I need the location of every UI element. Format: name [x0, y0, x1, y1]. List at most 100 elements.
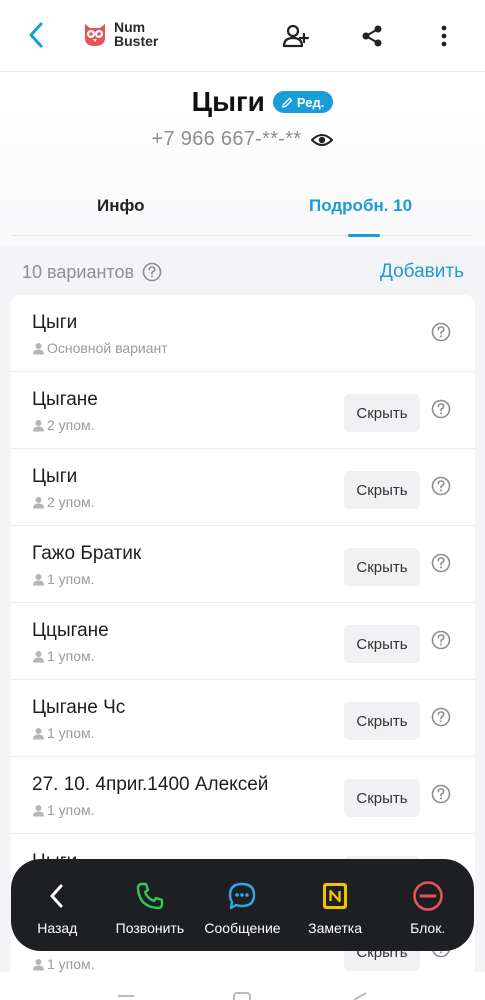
- variant-row: Ццыгане 1 упом. Скрыть: [11, 603, 475, 680]
- variant-mentions: 1 упом.: [32, 648, 95, 664]
- action-label: Назад: [37, 920, 78, 936]
- profile-header: Цыги Ред. +7 966 667-**-** Инфо Подробн.…: [0, 72, 485, 247]
- variant-row: Гажо Братик 1 упом. Скрыть: [11, 526, 475, 603]
- eye-icon[interactable]: [311, 132, 334, 148]
- variant-mentions: 2 упом.: [32, 494, 95, 510]
- add-user-icon: [282, 24, 310, 48]
- person-icon: [33, 727, 44, 739]
- help-icon: [431, 707, 451, 727]
- share-icon: [362, 25, 382, 47]
- help-icon: [431, 784, 451, 804]
- hide-variant-button[interactable]: Скрыть: [344, 625, 420, 663]
- variant-title: Цыги: [32, 466, 78, 487]
- more-button[interactable]: [428, 20, 460, 52]
- add-contact-button[interactable]: [280, 20, 312, 52]
- variant-row: Цыги Основной вариант: [11, 295, 475, 372]
- hide-variant-button[interactable]: Скрыть: [344, 394, 420, 432]
- person-icon: [33, 650, 44, 662]
- hide-variant-button[interactable]: Скрыть: [344, 548, 420, 586]
- app-logo-text: Num Buster: [114, 19, 159, 49]
- variant-mentions-text: 2 упом.: [47, 494, 95, 510]
- back-action-button[interactable]: Назад: [11, 859, 104, 951]
- action-label: Сообщение: [204, 920, 281, 936]
- phone-number: +7 966 667-**-**: [151, 128, 302, 150]
- call-button[interactable]: Позвонить: [104, 859, 197, 951]
- variant-row: 27. 10. 4приг.1400 Алексей 1 упом. Скрыть: [11, 757, 475, 834]
- variant-title: Гажо Братик: [32, 543, 142, 564]
- variant-mentions: 2 упом.: [32, 417, 95, 433]
- tab-info[interactable]: Инфо: [97, 196, 145, 216]
- variant-mentions-text: 1 упом.: [47, 648, 95, 664]
- help-icon: [431, 630, 451, 650]
- chevron-left-icon: [50, 884, 63, 908]
- variant-help-button[interactable]: [431, 322, 451, 347]
- tabs: Инфо Подробн. 10: [12, 180, 473, 237]
- hide-variant-button[interactable]: Скрыть: [344, 471, 420, 509]
- variant-mentions: Основной вариант: [32, 340, 168, 356]
- variant-mentions-text: 1 упом.: [47, 571, 95, 587]
- variant-help-button[interactable]: [431, 707, 451, 732]
- person-icon: [33, 419, 44, 431]
- tab-details[interactable]: Подробн. 10: [309, 196, 412, 216]
- home-icon[interactable]: [233, 992, 251, 1000]
- more-vertical-icon: [441, 25, 447, 47]
- app-bar: Num Buster: [0, 0, 485, 72]
- chevron-left-icon: [29, 22, 43, 48]
- person-icon: [33, 958, 44, 970]
- hide-variant-button[interactable]: Скрыть: [344, 702, 420, 740]
- person-icon: [33, 496, 44, 508]
- variant-title: Цыги: [32, 312, 78, 333]
- variant-mentions: 1 упом.: [32, 956, 95, 972]
- variant-help-button[interactable]: [431, 399, 451, 424]
- variant-title: 27. 10. 4приг.1400 Алексей: [32, 774, 269, 795]
- help-icon: [431, 399, 451, 419]
- block-button[interactable]: Блок.: [381, 859, 474, 951]
- action-label: Блок.: [410, 920, 446, 936]
- add-variant-link[interactable]: Добавить: [380, 261, 464, 283]
- edit-button[interactable]: Ред.: [272, 91, 334, 113]
- phone-icon: [136, 882, 164, 910]
- app-logo: Num Buster: [82, 20, 158, 48]
- variant-mentions-text: Основной вариант: [47, 340, 168, 356]
- variant-title: Цыгане Чс: [32, 697, 126, 718]
- help-icon[interactable]: [142, 262, 162, 282]
- variant-help-button[interactable]: [431, 476, 451, 501]
- system-back-icon[interactable]: [352, 992, 368, 1000]
- message-icon: [229, 882, 256, 910]
- variant-help-button[interactable]: [431, 784, 451, 809]
- contact-name: Цыги: [191, 86, 265, 117]
- help-icon: [431, 553, 451, 573]
- variant-help-button[interactable]: [431, 553, 451, 578]
- note-icon: [323, 883, 348, 909]
- system-nav-bar: [0, 972, 485, 1000]
- recent-apps-icon[interactable]: [116, 992, 136, 1000]
- block-icon: [412, 881, 443, 911]
- help-icon: [431, 322, 451, 342]
- variants-count: 10 вариантов: [22, 261, 135, 282]
- back-button[interactable]: [22, 20, 50, 50]
- message-button[interactable]: Сообщение: [196, 859, 289, 951]
- phone-row: +7 966 667-**-**: [0, 128, 485, 151]
- active-tab-indicator: [348, 234, 380, 237]
- action-bar: Назад Позвонить Сообщение Заметка Блок.: [11, 859, 474, 951]
- owl-logo-icon: [85, 24, 105, 46]
- variant-mentions-text: 1 упом.: [47, 802, 95, 818]
- name-row: Цыги Ред.: [0, 86, 485, 118]
- action-label: Позвонить: [115, 920, 185, 936]
- variant-row: Цыгане 2 упом. Скрыть: [11, 372, 475, 449]
- person-icon: [33, 573, 44, 585]
- variant-row: Цыги 2 упом. Скрыть: [11, 449, 475, 526]
- edit-label: Ред.: [296, 94, 325, 110]
- variant-mentions: 1 упом.: [32, 725, 95, 741]
- help-icon: [431, 476, 451, 496]
- note-button[interactable]: Заметка: [289, 859, 382, 951]
- pencil-icon: [282, 97, 293, 108]
- variants-header: 10 вариантов Добавить: [22, 258, 464, 286]
- variant-mentions: 1 упом.: [32, 802, 95, 818]
- variant-title: Ццыгане: [32, 620, 109, 641]
- variant-help-button[interactable]: [431, 630, 451, 655]
- variant-mentions-text: 1 упом.: [47, 956, 95, 972]
- share-button[interactable]: [356, 20, 388, 52]
- hide-variant-button[interactable]: Скрыть: [344, 779, 420, 817]
- variant-row: Цыгане Чс 1 упом. Скрыть: [11, 680, 475, 757]
